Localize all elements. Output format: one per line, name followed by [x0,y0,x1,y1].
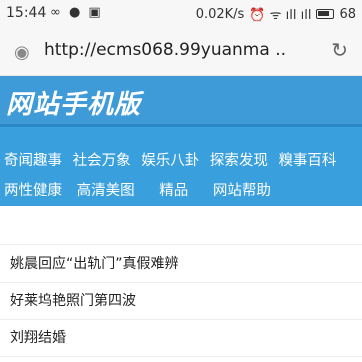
notification-icons: ∞ ● ▣ [50,5,103,20]
url-text[interactable]: http://ecms068.99yuanma .. [44,40,286,60]
divider [0,244,362,245]
nav-item-shehui[interactable]: 社会万象 [73,149,131,170]
nav-item-gaoqing[interactable]: 高清美图 [77,179,135,200]
eye-icon[interactable]: ◉ [14,42,30,63]
reload-icon[interactable]: ↻ [331,38,348,62]
nav-item-yule[interactable]: 娱乐八卦 [141,149,199,170]
nav-item-liangxing[interactable]: 两性健康 [4,179,62,200]
battery-level: 68 [339,6,356,22]
nav-item-tansuo[interactable]: 探索发现 [210,149,268,170]
site-logo[interactable]: 网站手机版 [6,84,141,121]
nav-row-2: 两性健康 高清美图 精品 网站帮助 [4,179,281,200]
article-list: 姚晨回应“出轨门”真假难辨 好莱坞艳照门第四波 刘翔结婚 [0,246,362,357]
site-header: 网站手机版 [0,76,362,124]
nav-item-bangzhu[interactable]: 网站帮助 [213,179,271,200]
nav-item-qiwen[interactable]: 奇闻趣事 [4,149,62,170]
list-item[interactable]: 好莱坞艳照门第四波 [0,283,362,320]
nav-item-jingpin[interactable]: 精品 [159,179,188,200]
battery-icon [316,9,335,19]
signal-icons: ⏰ ᯤ ıll ıll [249,8,312,23]
main-nav: 奇闻趣事 社会万象 娱乐八卦 探索发现 糗事百科 两性健康 高清美图 精品 网站… [0,124,362,206]
status-bar: 15:44 ∞ ● ▣ 0.02K/s ⏰ ᯤ ıll ıll 68 [0,0,362,26]
nav-item-qiushi[interactable]: 糗事百科 [278,149,336,170]
list-item[interactable]: 刘翔结婚 [0,320,362,357]
data-rate: 0.02K/s [195,6,245,22]
status-time: 15:44 [6,5,47,21]
url-bar[interactable]: ◉ http://ecms068.99yuanma .. ↻ [0,26,362,76]
list-item[interactable]: 姚晨回应“出轨门”真假难辨 [0,246,362,283]
nav-row-1: 奇闻趣事 社会万象 娱乐八卦 探索发现 糗事百科 [4,149,342,170]
status-right: 0.02K/s ⏰ ᯤ ıll ıll 68 [195,5,356,24]
